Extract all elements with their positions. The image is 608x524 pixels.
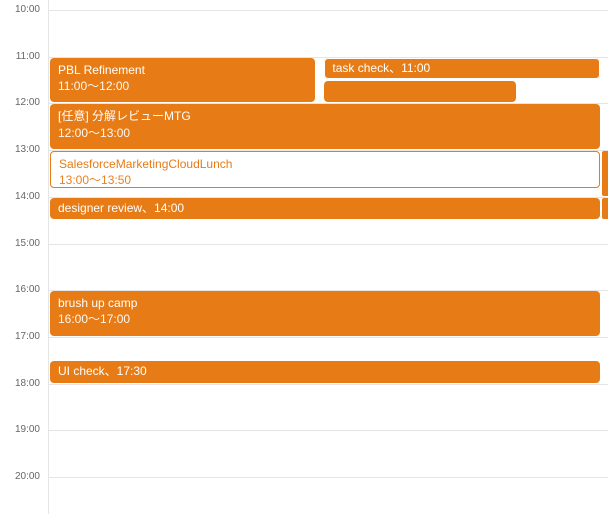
events-layer: PBL Refinement11:00〜12:00 task check、11:0…: [48, 0, 608, 514]
event-ui-check[interactable]: UI check、17:30: [50, 361, 600, 382]
hour-label: 12:00: [0, 97, 40, 108]
event-sfmc-lunch[interactable]: SalesforceMarketingCloudLunch13:00〜13:50: [50, 151, 600, 188]
event-orange-block-1130[interactable]: [324, 81, 516, 102]
event-time: 16:00〜17:00: [58, 311, 592, 327]
event-title: SalesforceMarketingCloudLunch: [59, 156, 591, 172]
event-title: PBL Refinement: [58, 62, 307, 78]
event-designer-review[interactable]: designer review、14:00: [50, 198, 600, 219]
event-title: brush up camp: [58, 295, 592, 311]
event-title: [任意] 分解レビューMTG: [58, 108, 592, 124]
hour-label: 13:00: [0, 144, 40, 155]
event-title: designer review、14:00: [58, 200, 592, 216]
side-event-side-13[interactable]: [602, 151, 608, 196]
hour-label: 18:00: [0, 378, 40, 389]
event-title: task check、11:00: [332, 60, 592, 76]
event-time: 11:00〜12:00: [58, 78, 307, 94]
event-time: 13:00〜13:50: [59, 172, 591, 188]
hour-label: 10:00: [0, 4, 40, 15]
hour-label: 16:00: [0, 284, 40, 295]
side-event-side-14[interactable]: [602, 198, 608, 219]
hour-label: 14:00: [0, 191, 40, 202]
event-time: 12:00〜13:00: [58, 125, 592, 141]
event-title: UI check、17:30: [58, 363, 592, 379]
event-task-check[interactable]: task check、11:00: [324, 58, 600, 79]
hour-label: 11:00: [0, 51, 40, 62]
hour-label: 20:00: [0, 471, 40, 482]
hour-label: 15:00: [0, 238, 40, 249]
hour-label: 19:00: [0, 424, 40, 435]
event-review-mtg[interactable]: [任意] 分解レビューMTG12:00〜13:00: [50, 104, 600, 149]
hour-label: 17:00: [0, 331, 40, 342]
event-pbl-refinement[interactable]: PBL Refinement11:00〜12:00: [50, 58, 315, 103]
event-brush-up-camp[interactable]: brush up camp16:00〜17:00: [50, 291, 600, 336]
